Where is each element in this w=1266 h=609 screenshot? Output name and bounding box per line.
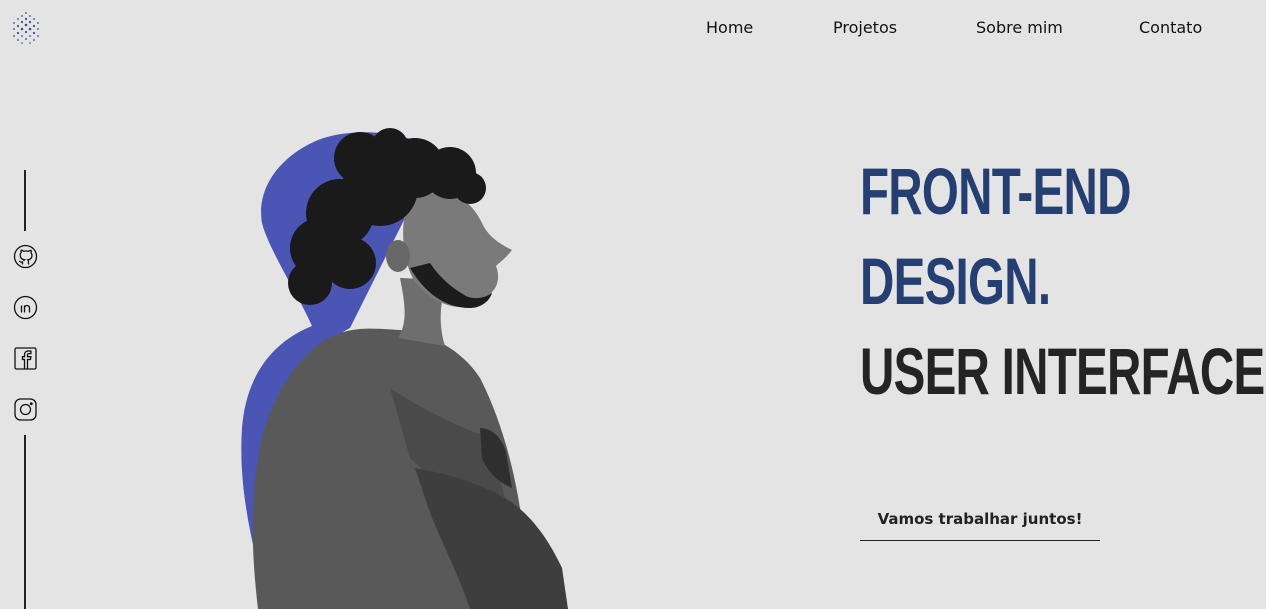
headline-line-1: FRONT-END [860, 154, 1131, 228]
instagram-icon[interactable] [13, 397, 38, 422]
facebook-icon[interactable] [13, 346, 38, 371]
headline-line-3: USER INTERFACE. [860, 334, 1266, 408]
nav-contato[interactable]: Contato [1139, 18, 1202, 37]
github-icon[interactable] [13, 244, 38, 269]
nav-projetos[interactable]: Projetos [833, 18, 897, 37]
rail-divider-bottom [24, 435, 26, 609]
hero-headline: FRONT-END DESIGN. USER INTERFACE. [860, 146, 1266, 416]
portfolio-page: Home Projetos Sobre mim Contato FRONT-EN… [0, 0, 1266, 609]
nav-sobre-mim[interactable]: Sobre mim [976, 18, 1063, 37]
nav-home[interactable]: Home [706, 18, 753, 37]
rail-divider-top [24, 170, 26, 231]
linkedin-icon[interactable] [13, 295, 38, 320]
logo-icon[interactable] [10, 10, 42, 46]
headline-line-2: DESIGN. [860, 244, 1051, 318]
hero-portrait-image [230, 128, 580, 609]
cta-work-together-button[interactable]: Vamos trabalhar juntos! [860, 505, 1100, 541]
